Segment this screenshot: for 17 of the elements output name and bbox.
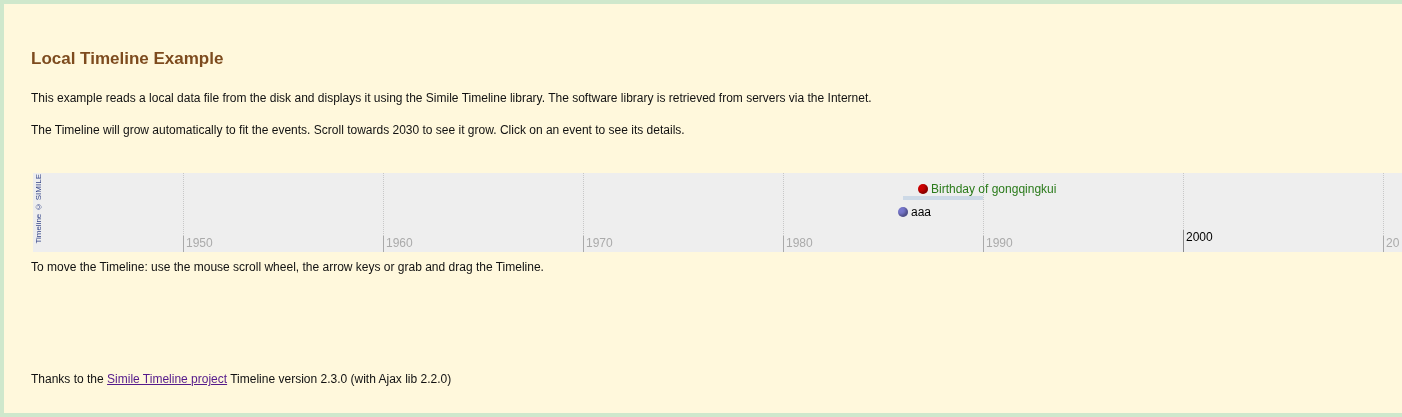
- event-label[interactable]: aaa: [911, 203, 932, 222]
- project-link[interactable]: Simile Timeline project: [107, 372, 228, 387]
- event-label[interactable]: Birthday of gongqingkui: [931, 180, 1057, 199]
- year-label: 1970: [583, 236, 613, 253]
- help-text: To move the Timeline: use the mouse scroll wheel, the arrow keys or grab and drag the Timeline.: [31, 259, 545, 277]
- footer-text: Thanks to the: [31, 372, 104, 387]
- year-label: 1980: [783, 236, 813, 253]
- paragraph: This example reads a local data file from the disk and displays it using the Simile Timeline library. The software library is retrieved from servers via the Internet.: [31, 90, 873, 108]
- credit-text: Timeline © SIMILE: [34, 174, 43, 244]
- year-label: 2000: [1183, 230, 1213, 253]
- year-label: 1950: [183, 236, 213, 253]
- year-label: 20: [1383, 236, 1400, 253]
- page-title: Local Timeline Example: [31, 49, 225, 70]
- paragraph: The Timeline will grow automatically to fit the events. Scroll towards 2030 to see it grow. Click on an event to see its details.: [31, 122, 686, 140]
- year-label: 1960: [383, 236, 413, 253]
- year-label: 1990: [983, 236, 1013, 253]
- footer-text: Timeline version 2.3.0 (with Ajax lib 2.2.0): [230, 372, 452, 387]
